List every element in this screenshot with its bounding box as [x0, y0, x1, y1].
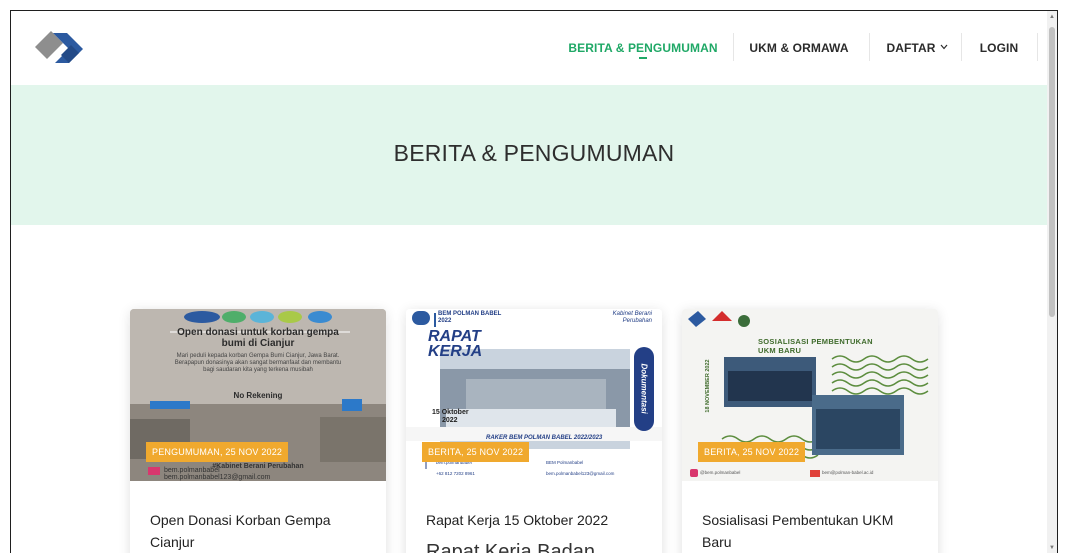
nav-ukm-ormawa[interactable]: UKM & ORMAWA [739, 11, 859, 85]
active-indicator [639, 57, 647, 59]
poster-contact-phone: +62 812 7202 8961 [436, 471, 475, 476]
scrollbar-thumb[interactable] [1049, 27, 1055, 317]
vertical-scrollbar[interactable]: ▲ ▼ [1047, 11, 1057, 553]
card-badge: PENGUMUMAN, 25 NOV 2022 [146, 442, 289, 462]
page-title: BERITA & PENGUMUMAN [393, 140, 675, 166]
poster-headline-2: KERJA [428, 343, 483, 360]
chevron-down-icon [940, 42, 948, 52]
logo-icon[interactable] [31, 25, 93, 69]
nav-divider [869, 33, 870, 61]
poster-email: bem.polmanbabel123@gmail.com [164, 474, 271, 481]
poster-org: BEM POLMAN BABEL [438, 311, 502, 317]
card-badge: BERITA, 25 NOV 2022 [422, 442, 530, 462]
nav-daftar-label: DAFTAR [886, 41, 936, 55]
poster-headline: Open donasi untuk korban gempa bumi di C… [177, 327, 339, 349]
nav-berita-pengumuman[interactable]: BERITA & PENGUMUMAN [563, 11, 723, 85]
navbar: BERITA & PENGUMUMAN UKM & ORMAWA DAFTAR … [11, 11, 1057, 85]
nav-login-label: LOGIN [979, 41, 1019, 55]
nav-divider [961, 33, 962, 61]
poster-body: Mari peduli kepada korban Gempa Bumi Cia… [174, 353, 342, 373]
poster-year: 2022 [438, 318, 452, 324]
nav-daftar-dropdown[interactable]: DAFTAR [875, 11, 959, 85]
card-excerpt: Rapat Kerja Badan [426, 541, 596, 553]
poster-email: bem@polman-babel.ac.id [822, 470, 874, 475]
news-card[interactable]: BEM POLMAN BABEL 2022 Kabinet Berani Per… [406, 309, 662, 553]
browser-viewport: BERITA & PENGUMUMAN UKM & ORMAWA DAFTAR … [10, 10, 1058, 553]
poster-date-1: 15 Oktober [432, 409, 469, 416]
card-title[interactable]: Rapat Kerja 15 Oktober 2022 [426, 509, 646, 531]
poster-instagram: bem.polmanbabel [164, 467, 220, 474]
poster-rekening: No Rekening [233, 391, 283, 400]
poster-headline-2: UKM BARU [758, 346, 802, 355]
card-image: SOSIALISASI PEMBENTUKAN UKM BARU 18 NOVE… [682, 309, 938, 481]
poster-instagram: @bem.polmanbabel [700, 470, 741, 475]
page-hero: BERITA & PENGUMUMAN [11, 85, 1057, 225]
poster-cabinet: Kabinet Berani Perubahan [612, 311, 652, 324]
nav-ukm-label: UKM & ORMAWA [749, 41, 849, 55]
nav-login[interactable]: LOGIN [967, 11, 1031, 85]
poster-contact-yt: BEM Polmanbabel [546, 460, 584, 465]
nav-divider [733, 33, 734, 61]
scroll-up-arrow-icon[interactable]: ▲ [1049, 14, 1055, 20]
card-image: Open donasi untuk korban gempa bumi di C… [130, 309, 386, 481]
nav-divider [1037, 33, 1038, 61]
poster-date: 18 NOVEMBER 2022 [705, 359, 711, 413]
poster-date-2: 2022 [442, 417, 458, 424]
card-badge: BERITA, 25 NOV 2022 [698, 442, 806, 462]
nav-berita-label: BERITA & PENGUMUMAN [568, 41, 718, 55]
news-card[interactable]: SOSIALISASI PEMBENTUKAN UKM BARU 18 NOVE… [682, 309, 938, 553]
poster-headline-1: SOSIALISASI PEMBENTUKAN [758, 337, 873, 346]
poster-bottom-title: RAKER BEM POLMAN BABEL 2022/2023 [486, 435, 603, 441]
card-title[interactable]: Sosialisasi Pembentukan UKM Baru [702, 509, 922, 553]
news-card[interactable]: Open donasi untuk korban gempa bumi di C… [130, 309, 386, 553]
poster-contact-email: bem.polmanbabel123@gmail.com [546, 471, 615, 476]
card-title[interactable]: Open Donasi Korban Gempa Cianjur [150, 509, 370, 553]
poster-side-label: Dokumentasi [639, 363, 649, 414]
scroll-down-arrow-icon[interactable]: ▼ [1049, 545, 1055, 551]
card-image: BEM POLMAN BABEL 2022 Kabinet Berani Per… [406, 309, 662, 481]
